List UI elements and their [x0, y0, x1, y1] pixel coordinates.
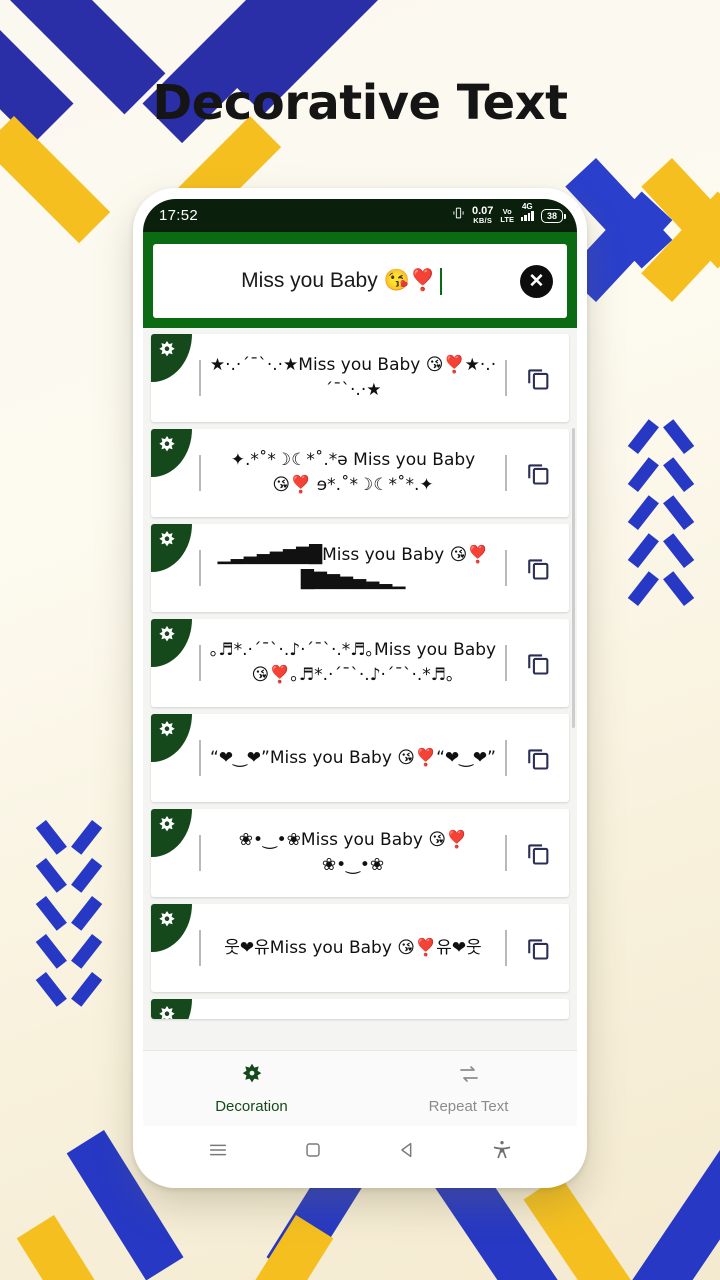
copy-button[interactable] — [507, 619, 569, 707]
decorated-text: ▁▂▃▄▅▆▇█Miss you Baby 😘❣️█▇▆▅▄▃▂▁ — [217, 545, 489, 590]
decorated-text: 웃❤유Miss you Baby 😘❣️유❤웃 — [224, 937, 482, 958]
search-input[interactable]: Miss you Baby 😘❣️ — [163, 267, 520, 295]
hamburger-icon[interactable] — [207, 1139, 229, 1166]
copy-button[interactable] — [507, 714, 569, 802]
list-item[interactable] — [151, 999, 569, 1019]
back-triangle-icon[interactable] — [396, 1139, 418, 1166]
list-item-body: ｡♬*.·´¯`·.♪·´¯`·.*♬｡Miss you Baby 😘❣️｡♬*… — [151, 619, 507, 707]
decorated-text: ★·.·´¯`·.·★Miss you Baby 😘❣️★·.·´¯`·.·★ — [209, 355, 497, 400]
decor-chevron-yellow-top-right — [672, 150, 720, 310]
list-item[interactable]: “❤‿❤”Miss you Baby 😘❣️“❤‿❤” — [151, 714, 569, 802]
decorated-text: “❤‿❤”Miss you Baby 😘❣️“❤‿❤” — [210, 747, 496, 768]
flower-icon — [151, 999, 192, 1019]
decor-chevron-blue-top-right — [596, 150, 716, 310]
decor-arrow-up-2 — [637, 458, 685, 492]
copy-button[interactable] — [507, 524, 569, 612]
decoration-list[interactable]: ★·.·´¯`·.·★Miss you Baby 😘❣️★·.·´¯`·.·★ … — [143, 328, 577, 1050]
list-item-body: ❀•‿•❀Miss you Baby 😘❣️❀•‿•❀ — [151, 809, 507, 897]
network-speed-unit: KB/S — [473, 216, 493, 226]
phone-mockup: 17:52 0.07 KB/S Vo LTE 4G 38 Miss you Ba… — [133, 188, 587, 1188]
status-time: 17:52 — [159, 207, 199, 224]
decor-chevron-yellow-bottom-left — [60, 1215, 290, 1280]
copy-button[interactable] — [507, 904, 569, 992]
decorated-text: ❀•‿•❀Miss you Baby 😘❣️❀•‿•❀ — [238, 830, 468, 875]
list-item[interactable]: 웃❤유Miss you Baby 😘❣️유❤웃 — [151, 904, 569, 992]
volte-line2: LTE — [500, 214, 514, 224]
decor-chevron-yellow-bottom-right — [560, 1175, 720, 1280]
status-bar: 17:52 0.07 KB/S Vo LTE 4G 38 — [143, 199, 577, 232]
copy-button[interactable] — [507, 429, 569, 517]
bottom-navigation: Decoration Repeat Text — [143, 1050, 577, 1126]
volte-icon: Vo LTE — [500, 208, 514, 223]
search-input-box[interactable]: Miss you Baby 😘❣️ ✕ — [153, 244, 567, 318]
clear-text-button[interactable]: ✕ — [520, 264, 553, 298]
vibrate-icon — [452, 206, 465, 225]
accessibility-icon[interactable] — [491, 1139, 513, 1166]
list-item-body: “❤‿❤”Miss you Baby 😘❣️“❤‿❤” — [151, 714, 507, 802]
decorated-text: ｡♬*.·´¯`·.♪·´¯`·.*♬｡Miss you Baby 😘❣️｡♬*… — [209, 640, 497, 685]
status-icons: 0.07 KB/S Vo LTE 4G 38 — [452, 202, 566, 225]
list-item[interactable]: ❀•‿•❀Miss you Baby 😘❣️❀•‿•❀ — [151, 809, 569, 897]
search-input-value: Miss you Baby 😘❣️ — [241, 269, 436, 292]
decor-arrow-down-4 — [45, 934, 93, 968]
copy-button[interactable] — [507, 809, 569, 897]
search-bar-container: Miss you Baby 😘❣️ ✕ — [143, 232, 577, 328]
decor-arrow-up-4 — [637, 534, 685, 568]
flower-icon — [240, 1062, 264, 1091]
list-item[interactable]: ★·.·´¯`·.·★Miss you Baby 😘❣️★·.·´¯`·.·★ — [151, 334, 569, 422]
decor-arrow-up-1 — [637, 420, 685, 454]
list-item-body — [151, 999, 569, 1019]
decor-arrow-up-5 — [637, 572, 685, 606]
decor-arrow-up-3 — [637, 496, 685, 530]
list-item-body: ▁▂▃▄▅▆▇█Miss you Baby 😘❣️█▇▆▅▄▃▂▁ — [151, 524, 507, 612]
decor-arrow-down-3 — [45, 896, 93, 930]
phone-screen: 17:52 0.07 KB/S Vo LTE 4G 38 Miss you Ba… — [143, 199, 577, 1178]
list-item[interactable]: ▁▂▃▄▅▆▇█Miss you Baby 😘❣️█▇▆▅▄▃▂▁ — [151, 524, 569, 612]
decor-arrow-down-2 — [45, 858, 93, 892]
list-item-body: ★·.·´¯`·.·★Miss you Baby 😘❣️★·.·´¯`·.·★ — [151, 334, 507, 422]
decorated-text: ✦.*˚*☽☾*˚.*ə Miss you Baby 😘❣️ ɘ*.˚*☽☾*˚… — [230, 450, 476, 495]
tab-decoration-label: Decoration — [215, 1098, 288, 1115]
text-caret — [439, 267, 442, 295]
battery-icon: 38 — [540, 208, 566, 223]
repeat-icon — [457, 1062, 481, 1091]
decor-arrow-down-5 — [45, 972, 93, 1006]
network-speed: 0.07 KB/S — [472, 206, 493, 225]
page-title: Decorative Text — [152, 75, 568, 131]
tab-repeat-text[interactable]: Repeat Text — [360, 1051, 577, 1126]
network-type-label: 4G — [521, 201, 533, 211]
square-home-icon[interactable] — [302, 1139, 324, 1166]
copy-button[interactable] — [507, 334, 569, 422]
signal-icon: 4G — [520, 202, 534, 221]
list-item-body: 웃❤유Miss you Baby 😘❣️유❤웃 — [151, 904, 507, 992]
android-navigation-bar — [143, 1126, 577, 1178]
tab-decoration[interactable]: Decoration — [143, 1051, 360, 1126]
list-item[interactable]: ｡♬*.·´¯`·.♪·´¯`·.*♬｡Miss you Baby 😘❣️｡♬*… — [151, 619, 569, 707]
list-item[interactable]: ✦.*˚*☽☾*˚.*ə Miss you Baby 😘❣️ ɘ*.˚*☽☾*˚… — [151, 429, 569, 517]
list-item-body: ✦.*˚*☽☾*˚.*ə Miss you Baby 😘❣️ ɘ*.˚*☽☾*˚… — [151, 429, 507, 517]
tab-repeat-text-label: Repeat Text — [428, 1098, 509, 1115]
list-scrollbar[interactable] — [572, 428, 575, 728]
decor-arrow-down-1 — [45, 820, 93, 854]
